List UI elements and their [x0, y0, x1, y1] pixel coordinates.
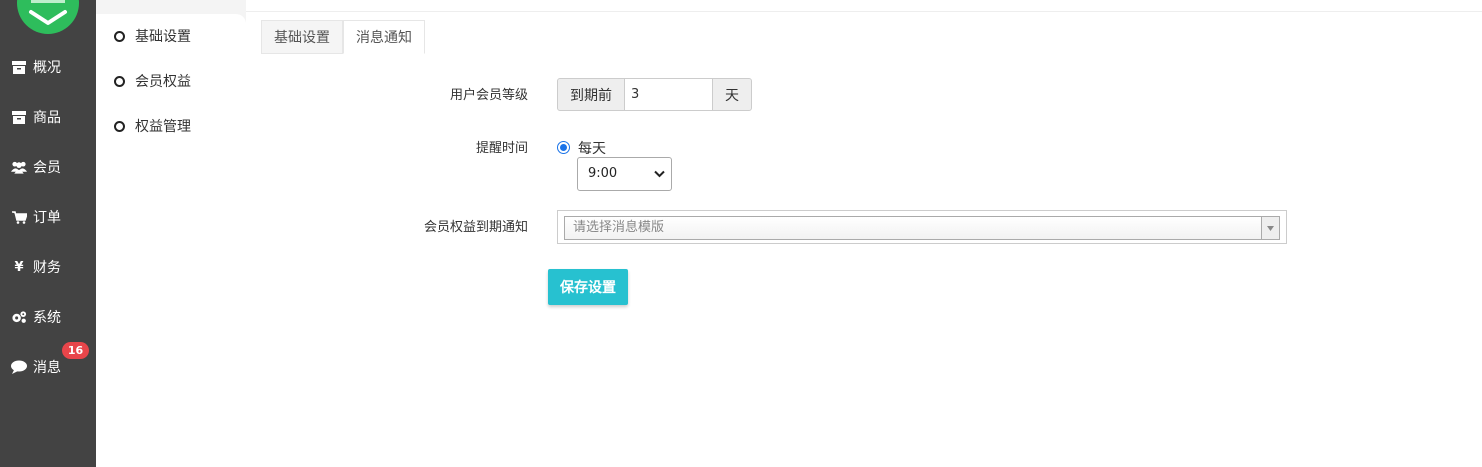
submenu-item-rights-management[interactable]: 权益管理 [114, 116, 191, 136]
archive-icon [11, 59, 27, 75]
template-select[interactable]: 请选择消息模版 [564, 216, 1280, 240]
template-select-placeholder: 请选择消息模版 [573, 220, 665, 235]
gears-icon [11, 309, 27, 325]
circle-icon [114, 30, 125, 42]
message-count-badge: 16 [62, 342, 89, 359]
circle-icon [114, 75, 125, 87]
member-level-label: 用户会员等级 [449, 88, 528, 103]
yen-icon: ¥ [14, 259, 24, 275]
submenu-item-member-rights[interactable]: 会员权益 [114, 71, 191, 91]
submenu-item-basic-settings[interactable]: 基础设置 [114, 26, 191, 46]
submenu-item-label: 权益管理 [135, 119, 191, 135]
daily-radio-label: 每天 [578, 141, 606, 157]
chat-icon [11, 359, 27, 375]
submenu-item-label: 基础设置 [135, 29, 191, 45]
circle-icon [114, 120, 125, 132]
dropdown-arrow-icon [1261, 217, 1279, 239]
users-icon [11, 159, 27, 175]
daily-radio[interactable] [557, 141, 570, 154]
remind-time-select[interactable]: 9:00 [577, 157, 672, 191]
sidebar-item-goods[interactable]: 商品 [0, 102, 96, 132]
sub-menu: 基础设置 会员权益 权益管理 [96, 14, 246, 467]
expiry-notification-label: 会员权益到期通知 [423, 220, 528, 235]
sidebar-item-label: 消息 [33, 360, 61, 376]
save-settings-button[interactable]: 保存设置 [548, 269, 628, 305]
remind-time-label: 提醒时间 [475, 141, 528, 156]
sidebar-item-finance[interactable]: ¥ 财务 [0, 252, 96, 282]
logo [17, 0, 79, 34]
sidebar-item-label: 订单 [33, 210, 61, 226]
chevron-down-icon [654, 170, 665, 178]
sidebar-item-label: 会员 [33, 160, 61, 176]
tab-message-notification[interactable]: 消息通知 [343, 20, 425, 54]
sidebar-item-label: 商品 [33, 110, 61, 126]
sidebar-item-overview[interactable]: 概况 [0, 52, 96, 82]
top-bar [246, 0, 1482, 12]
days-before-prefix: 到期前 [557, 78, 625, 111]
sidebar-item-orders[interactable]: 订单 [0, 202, 96, 232]
sidebar-item-label: 财务 [33, 260, 61, 276]
sidebar-item-system[interactable]: 系统 [0, 302, 96, 332]
sidebar-item-members[interactable]: 会员 [0, 152, 96, 182]
days-suffix: 天 [712, 78, 752, 111]
main-sidebar: 概况 商品 会员 订单 ¥ 财务 系统 消息 16 [0, 0, 96, 467]
cart-icon [11, 209, 27, 225]
days-before-input[interactable]: 3 [625, 78, 713, 111]
sidebar-item-label: 概况 [33, 60, 61, 76]
submenu-item-label: 会员权益 [135, 74, 191, 90]
tab-bar: 基础设置 消息通知 [261, 20, 425, 54]
remind-time-value: 9:00 [588, 166, 618, 181]
sidebar-item-label: 系统 [33, 310, 61, 326]
archive-icon [11, 109, 27, 125]
tab-basic-settings[interactable]: 基础设置 [261, 20, 343, 54]
